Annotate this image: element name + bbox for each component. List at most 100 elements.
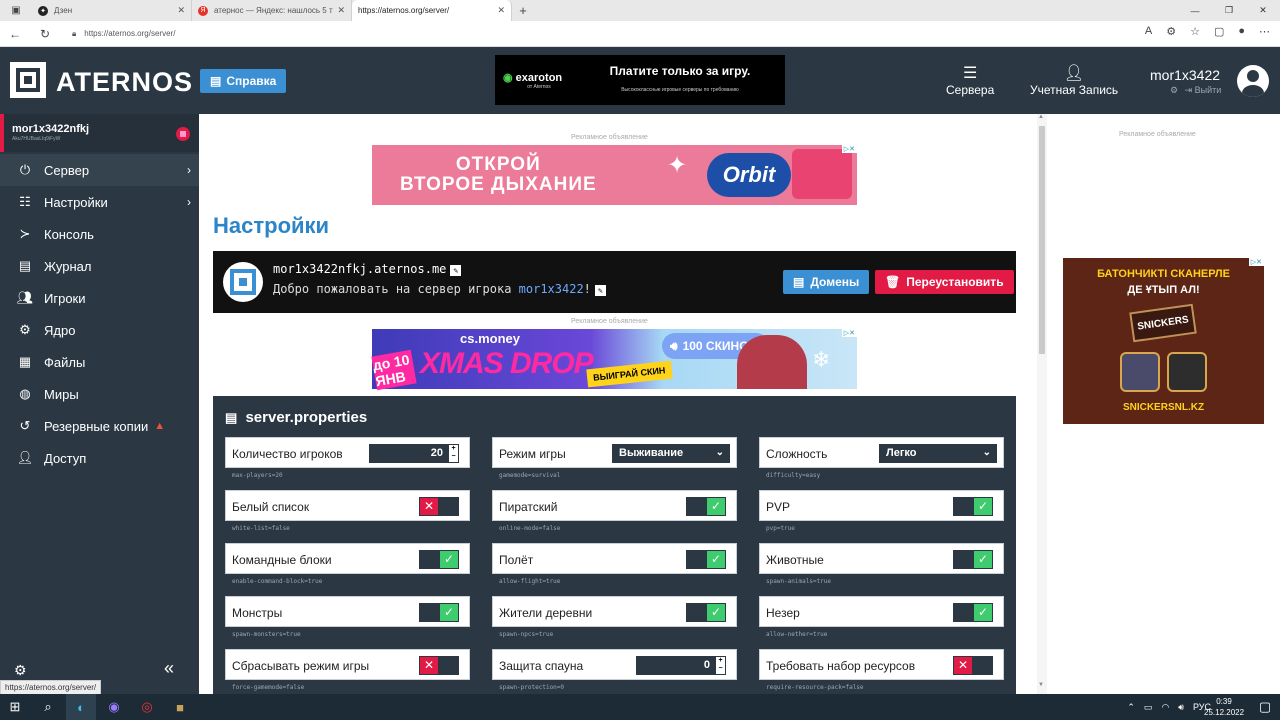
search-icon[interactable]: ⌕ — [33, 694, 63, 720]
nav-account[interactable]: 👤︎ Учетная Запись — [1030, 63, 1118, 97]
option-spawn-npcs: Жители деревни ✓ spawn-npcs=true — [492, 596, 737, 638]
profile-icon[interactable]: ● — [1238, 25, 1245, 38]
number-input[interactable]: 0 + − — [636, 656, 726, 675]
sidebar-item-software[interactable]: ⚙ Ядро — [0, 314, 199, 346]
close-tab-icon[interactable]: ✕ — [497, 5, 505, 16]
toggle-switch[interactable]: ✓ — [953, 603, 993, 622]
aternos-logo-icon[interactable] — [10, 62, 46, 98]
gamemode-select[interactable]: Выживание ⌄ — [612, 444, 730, 463]
sidebar-item-settings[interactable]: ☷ Настройки › — [0, 186, 199, 218]
check-icon: ✓ — [707, 498, 725, 515]
maximize-icon[interactable]: ❐ — [1212, 0, 1246, 21]
toggle-switch[interactable]: ✓ — [953, 497, 993, 516]
book-icon: ▤ — [210, 74, 222, 88]
toggle-switch[interactable]: ✓ — [686, 550, 726, 569]
logout-link[interactable]: Выйти — [1195, 85, 1222, 95]
snickers-ad-banner[interactable]: БАТОНЧИКТІ СКАНЕРЛЕ ДЕ ҰТЫП АЛ! SNICKERS… — [1063, 258, 1264, 424]
avatar[interactable] — [1237, 65, 1269, 97]
warning-icon: ▲ — [154, 420, 166, 432]
close-window-icon[interactable]: ✕ — [1246, 0, 1280, 21]
favorites-icon[interactable]: ☆ — [1190, 25, 1200, 38]
sidebar-settings-gear-icon[interactable]: ⚙ — [14, 662, 27, 679]
extension-icon[interactable]: ⚙ — [1166, 25, 1176, 38]
network-icon[interactable]: ▭ — [1144, 702, 1153, 713]
sidebar-item-worlds[interactable]: ◍ Миры — [0, 378, 199, 410]
toggle-switch[interactable]: ✕ — [419, 497, 459, 516]
stepper-icon[interactable]: + − — [448, 444, 459, 463]
username[interactable]: mor1x3422 — [1150, 67, 1220, 83]
toggle-switch[interactable]: ✕ — [953, 656, 993, 675]
speaker-image — [1167, 352, 1207, 392]
number-input[interactable]: 20 + − — [369, 444, 459, 463]
close-tab-icon[interactable]: ✕ — [177, 5, 185, 16]
help-button[interactable]: ▤ Справка — [200, 69, 287, 93]
browser-tab[interactable]: ✦ Дзен ✕ — [32, 0, 192, 21]
collapse-sidebar-icon[interactable]: « — [164, 658, 174, 679]
collections-icon[interactable]: ▢ — [1214, 25, 1224, 38]
notification-icon[interactable]: ▢ — [1250, 694, 1280, 720]
sidebar-item-log[interactable]: ▤ Журнал — [0, 250, 199, 282]
difficulty-select[interactable]: Легко ⌄ — [879, 444, 997, 463]
volume-icon[interactable]: 🔊︎ — [1178, 702, 1184, 713]
window-menu-icon[interactable]: ▣ — [0, 0, 32, 21]
sidebar-item-files[interactable]: ▦ Файлы — [0, 346, 199, 378]
app-icon[interactable]: ◎ — [132, 694, 162, 720]
sidebar-menu: ⏻ Сервер › ☷ Настройки › ≻ Консоль ▤ Журнал 👥︎… — [0, 154, 199, 474]
server-header[interactable]: mor1x3422nfkj Aku7HUBasLIq9iFyW — [0, 114, 199, 152]
more-icon[interactable]: ⋯ — [1259, 25, 1270, 38]
ad-close-icon[interactable]: ▷✕ — [841, 145, 857, 153]
toggle-switch[interactable]: ✕ — [419, 656, 459, 675]
ad-close-icon[interactable]: ▷✕ — [1248, 258, 1264, 266]
scrollbar-thumb[interactable] — [1039, 126, 1045, 354]
logo-text[interactable]: ATERNOS — [56, 67, 193, 98]
minecraft-icon[interactable]: ■ — [165, 694, 195, 720]
app-icon[interactable]: ◉ — [99, 694, 129, 720]
page-scrollbar[interactable]: ▲ ▼ — [1037, 114, 1047, 694]
toggle-switch[interactable]: ✓ — [686, 497, 726, 516]
toggle-switch[interactable]: ✓ — [686, 603, 726, 622]
sidebar-item-label: Файлы — [44, 354, 86, 370]
toggle-switch[interactable]: ✓ — [953, 550, 993, 569]
settings-gear-icon[interactable]: ⚙ — [1170, 85, 1178, 95]
welcome-suffix: ! — [583, 282, 591, 296]
sidebar-item-console[interactable]: ≻ Консоль — [0, 218, 199, 250]
url-text: https://aternos.org/server/ — [84, 29, 176, 38]
browser-tab-active[interactable]: https://aternos.org/server/ ✕ — [352, 0, 512, 21]
sidebar-item-players[interactable]: 👥︎ Игроки — [0, 282, 199, 314]
edit-pencil-icon[interactable]: ✎ — [594, 285, 606, 296]
sidebar-item-backups[interactable]: ↺ Резервные копии ▲ — [0, 410, 199, 442]
domains-button[interactable]: ▤ Домены — [783, 270, 870, 294]
header-ad-banner[interactable]: ◉ exaroton от Aternos Платите только за … — [495, 55, 785, 105]
chevron-up-icon[interactable]: ⌃ — [1127, 702, 1135, 713]
scroll-down-icon[interactable]: ▼ — [1038, 682, 1044, 688]
reinstall-button[interactable]: 🗑︎ Переустановить — [875, 270, 1014, 294]
url-field[interactable]: 🔒︎ https://aternos.org/server/ — [66, 24, 1066, 44]
ad-close-icon[interactable]: ▷✕ — [841, 329, 857, 337]
sidebar-item-access[interactable]: 👤︎ Доступ — [0, 442, 199, 474]
csmoney-ad-banner[interactable]: до 10 ЯНВ cs.money XMAS DROP ВЫИГРАЙ СКИ… — [371, 329, 857, 391]
orbit-ad-banner[interactable]: ОТКРОЙ ВТОРОЕ ДЫХАНИЕ ✦ Orbit ▷✕ — [372, 145, 857, 205]
check-icon: ✓ — [974, 551, 992, 568]
server-address[interactable]: mor1x3422nfkj.aternos.me — [273, 262, 446, 276]
edit-pencil-icon[interactable]: ✎ — [450, 265, 462, 276]
logout-icon[interactable]: ⇥ — [1185, 85, 1193, 95]
option-label: PVP — [766, 500, 791, 514]
new-tab-icon[interactable]: + — [512, 0, 534, 21]
back-icon[interactable]: ← — [0, 27, 30, 41]
lock-icon[interactable]: 🔒︎ — [72, 29, 76, 39]
windows-start-icon[interactable]: ⊞ — [0, 694, 30, 720]
reload-icon[interactable]: ↻ — [30, 27, 60, 41]
browser-tab[interactable]: Я атернос — Яндекс: нашлось 5 т ✕ — [192, 0, 352, 21]
clock[interactable]: 0:39 25.12.2022 — [1204, 696, 1244, 718]
wifi-icon[interactable]: ◠ — [1161, 702, 1169, 713]
nav-servers[interactable]: ☰ Сервера — [946, 63, 994, 97]
stepper-icon[interactable]: + − — [715, 656, 726, 675]
toggle-switch[interactable]: ✓ — [419, 603, 459, 622]
read-aloud-icon[interactable]: A — [1145, 25, 1152, 38]
edge-icon[interactable]: ◐ — [66, 694, 96, 720]
sidebar-item-server[interactable]: ⏻ Сервер › — [0, 154, 199, 186]
minimize-icon[interactable]: — — [1178, 0, 1212, 21]
scroll-up-icon[interactable]: ▲ — [1038, 114, 1044, 120]
toggle-switch[interactable]: ✓ — [419, 550, 459, 569]
close-tab-icon[interactable]: ✕ — [337, 5, 345, 16]
